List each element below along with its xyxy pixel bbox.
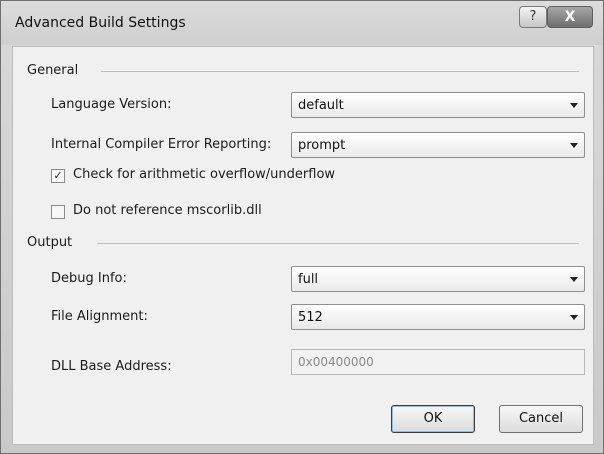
check-overflow-label[interactable]: Check for arithmetic overflow/underflow <box>73 167 335 182</box>
advanced-build-settings-dialog: Advanced Build Settings ? X General Lang… <box>0 0 604 454</box>
debug-info-label: Debug Info: <box>51 271 127 286</box>
language-version-label: Language Version: <box>51 97 172 112</box>
chevron-down-icon <box>570 315 578 320</box>
title-bar: Advanced Build Settings ? X <box>1 1 603 45</box>
compiler-error-reporting-dropdown[interactable]: prompt <box>291 132 585 158</box>
cancel-button[interactable]: Cancel <box>499 405 583 433</box>
help-button[interactable]: ? <box>519 6 547 28</box>
debug-info-dropdown[interactable]: full <box>291 266 585 292</box>
compiler-error-reporting-value: prompt <box>298 138 346 153</box>
chevron-down-icon <box>570 277 578 282</box>
dialog-title: Advanced Build Settings <box>15 15 186 31</box>
file-alignment-label: File Alignment: <box>51 309 148 324</box>
general-group-divider <box>101 71 579 72</box>
compiler-error-reporting-label: Internal Compiler Error Reporting: <box>51 137 272 152</box>
file-alignment-dropdown[interactable]: 512 <box>291 304 585 330</box>
output-group-title: Output <box>27 235 73 250</box>
dll-base-address-label: DLL Base Address: <box>51 359 172 374</box>
file-alignment-value: 512 <box>298 310 323 325</box>
close-button[interactable]: X <box>547 6 593 28</box>
dll-base-address-value: 0x00400000 <box>298 355 374 369</box>
ok-button[interactable]: OK <box>391 405 475 433</box>
chevron-down-icon <box>570 103 578 108</box>
settings-panel: General Language Version: default Intern… <box>12 46 594 445</box>
language-version-value: default <box>298 98 344 113</box>
debug-info-value: full <box>298 272 319 287</box>
checkmark-icon: ✓ <box>53 169 63 182</box>
no-mscorlib-checkbox[interactable] <box>51 205 65 219</box>
help-icon: ? <box>529 9 537 24</box>
general-group-title: General <box>27 63 79 78</box>
no-mscorlib-label[interactable]: Do not reference mscorlib.dll <box>73 203 262 218</box>
dll-base-address-field[interactable]: 0x00400000 <box>291 349 585 375</box>
chevron-down-icon <box>570 143 578 148</box>
language-version-dropdown[interactable]: default <box>291 92 585 118</box>
close-icon: X <box>564 9 576 25</box>
check-overflow-checkbox[interactable]: ✓ <box>51 169 65 183</box>
output-group-divider <box>97 243 579 244</box>
